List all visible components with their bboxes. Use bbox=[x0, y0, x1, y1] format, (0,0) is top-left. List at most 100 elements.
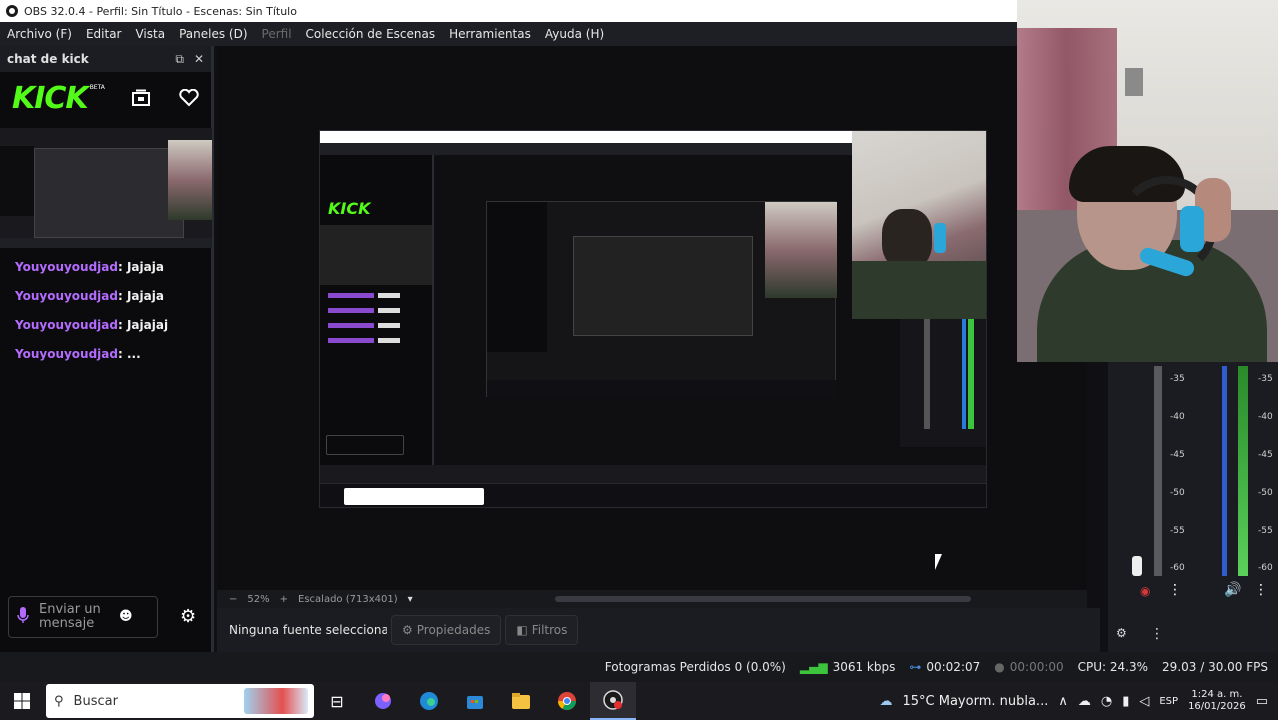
copilot-icon[interactable] bbox=[360, 682, 406, 720]
meter-tick: -55 bbox=[1258, 526, 1273, 536]
filters-button[interactable]: ◧ Filtros bbox=[505, 615, 579, 645]
clock[interactable]: 1:24 a. m. 16/01/2026 bbox=[1188, 689, 1246, 713]
clock-date: 16/01/2026 bbox=[1188, 701, 1246, 712]
chevron-down-icon[interactable]: ▾ bbox=[408, 594, 413, 605]
send-message-input[interactable]: Enviar un mensaje ☻ bbox=[8, 596, 158, 638]
beta-badge: BETA bbox=[89, 84, 105, 91]
window-titlebar: OBS 32.0.4 - Perfil: Sin Título - Escena… bbox=[0, 0, 1018, 22]
chat-username[interactable]: Youyouyoudjad bbox=[15, 347, 118, 361]
chat-messages: Youyouyoudjad: Jajaja Youyouyoudjad: Jaj… bbox=[15, 260, 168, 376]
menu-paneles[interactable]: Paneles (D) bbox=[172, 27, 254, 41]
mixer-settings-icon[interactable]: ⚙ bbox=[1116, 626, 1127, 640]
speaker-icon[interactable]: 🔊 bbox=[1224, 582, 1241, 598]
stream-preview-thumbnail bbox=[0, 128, 212, 248]
cpu-usage: CPU: 24.3% bbox=[1077, 660, 1149, 674]
mixer-menu-icon[interactable]: ⋮ bbox=[1168, 582, 1182, 598]
bitrate-status: ▂▄▆ 3061 kbps bbox=[800, 660, 895, 674]
chat-message: Youyouyoudjad: Jajajaj bbox=[15, 318, 168, 347]
volume-icon[interactable]: ◁ bbox=[1139, 694, 1149, 709]
chat-username[interactable]: Youyouyoudjad bbox=[15, 289, 118, 303]
audio-meter-desktop bbox=[1154, 366, 1162, 576]
kick-logo: KICK bbox=[12, 80, 89, 116]
filters-label: Filtros bbox=[531, 623, 568, 637]
audio-meter-mic-left bbox=[1222, 366, 1227, 576]
chat-message: Youyouyoudjad: Jajaja bbox=[15, 289, 168, 318]
meter-tick: -45 bbox=[1258, 450, 1273, 460]
mixer-menu-icon[interactable]: ⋮ bbox=[1254, 582, 1268, 598]
menu-herramientas[interactable]: Herramientas bbox=[442, 27, 538, 41]
notifications-icon[interactable]: ▭ bbox=[1256, 694, 1268, 709]
send-message-placeholder: Enviar un mensaje bbox=[39, 602, 101, 631]
source-toolbar: Ninguna fuente seleccionad ⚙ Propiedades… bbox=[217, 608, 1100, 652]
store-icon[interactable] bbox=[452, 682, 498, 720]
undock-icon[interactable]: ⧉ bbox=[175, 52, 184, 67]
zoom-out-button[interactable]: − bbox=[229, 594, 237, 605]
chrome-icon[interactable] bbox=[544, 682, 590, 720]
menu-perfil[interactable]: Perfil bbox=[255, 27, 299, 41]
zoom-in-button[interactable]: + bbox=[280, 594, 288, 605]
bitrate-value: 3061 kbps bbox=[832, 660, 896, 674]
filter-icon: ◧ bbox=[516, 623, 528, 637]
edge-icon[interactable] bbox=[406, 682, 452, 720]
heart-icon[interactable] bbox=[179, 89, 199, 107]
inner-kick-logo: KICK bbox=[328, 199, 371, 218]
fps-counter: 29.03 / 30.00 FPS bbox=[1162, 660, 1268, 674]
meter-tick: -40 bbox=[1258, 412, 1273, 422]
clock-time: 1:24 a. m. bbox=[1191, 689, 1243, 700]
signal-bars-icon: ▂▄▆ bbox=[799, 660, 828, 674]
weather-text[interactable]: 15°C Mayorm. nubla... bbox=[903, 694, 1049, 709]
stream-time-value: 00:02:07 bbox=[926, 660, 981, 674]
weather-icon[interactable]: ☁ bbox=[880, 694, 893, 709]
close-icon[interactable]: ✕ bbox=[194, 52, 204, 67]
meter-tick: -50 bbox=[1258, 488, 1273, 498]
stream-time: ⊶ 00:02:07 bbox=[909, 660, 980, 674]
preview-scrollbar[interactable] bbox=[555, 596, 971, 602]
gear-icon: ⚙ bbox=[402, 623, 413, 637]
mouse-cursor bbox=[935, 554, 942, 570]
mixer-options-icon[interactable]: ⋮ bbox=[1150, 626, 1164, 642]
no-source-label: Ninguna fuente seleccionad bbox=[229, 623, 387, 637]
menu-vista[interactable]: Vista bbox=[128, 27, 172, 41]
record-time: ● 00:00:00 bbox=[994, 660, 1063, 674]
task-view-icon[interactable]: ⊟ bbox=[314, 682, 360, 720]
menu-bar: Archivo (F) Editar Vista Paneles (D) Per… bbox=[0, 22, 1100, 46]
record-icon: ● bbox=[994, 660, 1005, 674]
scaling-label: Escalado (713x401) bbox=[298, 593, 398, 605]
emoji-icon[interactable]: ☻ bbox=[119, 610, 133, 624]
properties-button[interactable]: ⚙ Propiedades bbox=[391, 615, 502, 645]
chat-username[interactable]: Youyouyoudjad bbox=[15, 260, 118, 274]
meter-tick: -45 bbox=[1170, 450, 1185, 460]
chat-text: : Jajaja bbox=[117, 260, 164, 274]
settings-gear-icon[interactable]: ⚙ bbox=[180, 606, 196, 627]
file-explorer-icon[interactable] bbox=[498, 682, 544, 720]
language-indicator[interactable]: ESP bbox=[1159, 696, 1178, 707]
window-title: OBS 32.0.4 - Perfil: Sin Título - Escena… bbox=[24, 4, 297, 18]
menu-ayuda[interactable]: Ayuda (H) bbox=[538, 27, 611, 41]
muted-speaker-icon[interactable]: ◉ bbox=[1140, 584, 1150, 598]
menu-coleccion-escenas[interactable]: Colección de Escenas bbox=[299, 27, 443, 41]
volume-slider-handle[interactable] bbox=[1132, 556, 1142, 576]
microphone-icon[interactable] bbox=[17, 606, 29, 628]
taskbar-search[interactable]: ⚲ Buscar bbox=[46, 684, 314, 718]
start-button[interactable] bbox=[0, 682, 44, 720]
meter-tick: -60 bbox=[1170, 563, 1185, 573]
popout-icon[interactable] bbox=[131, 89, 151, 107]
menu-editar[interactable]: Editar bbox=[79, 27, 129, 41]
speaker-tray-icon[interactable]: ▮ bbox=[1122, 694, 1129, 709]
menu-archivo[interactable]: Archivo (F) bbox=[0, 27, 79, 41]
webcam-source bbox=[1017, 0, 1278, 362]
zoom-level: 52% bbox=[247, 593, 270, 605]
record-time-value: 00:00:00 bbox=[1009, 660, 1064, 674]
kick-chat-dock: chat de kick ⧉ ✕ KICK BETA Youyouyoudjad… bbox=[0, 46, 214, 652]
meter-tick: -50 bbox=[1170, 488, 1185, 498]
wifi-icon[interactable]: ◔ bbox=[1101, 694, 1112, 709]
chevron-up-icon[interactable]: ∧ bbox=[1058, 694, 1068, 709]
obs-logo-icon bbox=[6, 5, 18, 17]
obs-taskbar-icon[interactable] bbox=[590, 682, 636, 720]
dock-title: chat de kick bbox=[7, 52, 89, 66]
meter-tick: -40 bbox=[1170, 412, 1185, 422]
properties-label: Propiedades bbox=[416, 623, 491, 637]
dropped-frames: Fotogramas Perdidos 0 (0.0%) bbox=[604, 660, 786, 674]
chat-username[interactable]: Youyouyoudjad bbox=[15, 318, 118, 332]
onedrive-icon[interactable]: ☁ bbox=[1078, 694, 1091, 709]
